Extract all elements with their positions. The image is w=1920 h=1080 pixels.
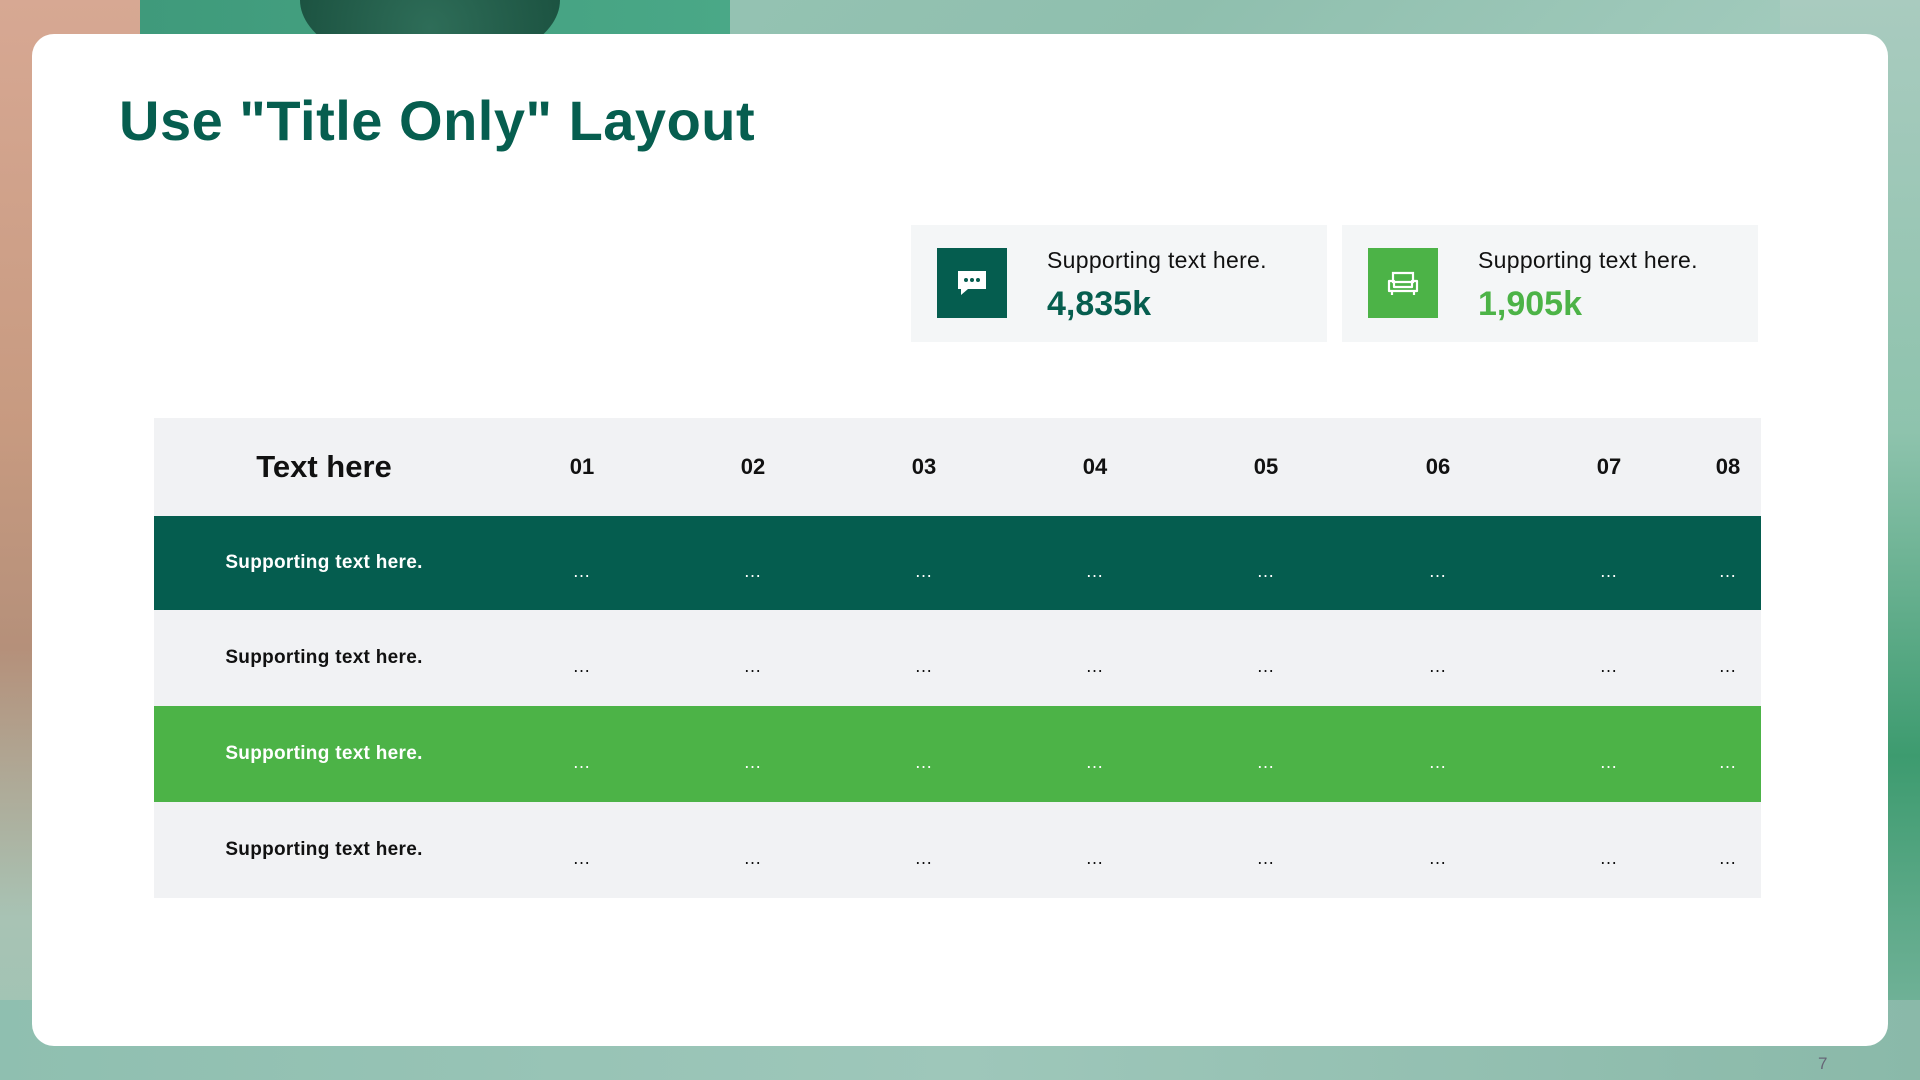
- stat-label: Supporting text here.: [1047, 247, 1267, 273]
- table-cell: …: [1085, 655, 1105, 676]
- table-cell: …: [1599, 751, 1619, 772]
- table-cell: …: [1256, 560, 1276, 581]
- table-cell: …: [743, 751, 763, 772]
- table-cell: …: [914, 655, 934, 676]
- column-header-06: 06: [1425, 454, 1451, 479]
- table-cell: …: [1718, 655, 1738, 676]
- table-cell: …: [1718, 560, 1738, 581]
- table-cell: …: [1599, 560, 1619, 581]
- table-cell: …: [743, 847, 763, 868]
- slide-card: Use "Title Only" Layout Supporting text …: [32, 34, 1888, 1073]
- column-header-04: 04: [1082, 454, 1108, 479]
- column-header-08: 08: [1715, 454, 1741, 479]
- table-cell: …: [1599, 847, 1619, 868]
- table-cell: …: [572, 655, 592, 676]
- table-cell: …: [1428, 655, 1448, 676]
- column-header-03: 03: [911, 454, 937, 479]
- slide-title: Use "Title Only" Layout: [119, 89, 756, 152]
- sofa-icon: [1368, 248, 1438, 318]
- row-label: Supporting text here.: [225, 839, 423, 860]
- chat-bubble-icon: [937, 248, 1007, 318]
- table-row: Supporting text here. … … … … … … … …: [154, 802, 1761, 898]
- table-row: Supporting text here. … … … … … … … …: [154, 610, 1761, 706]
- stat-label: Supporting text here.: [1478, 247, 1698, 273]
- table-cell: …: [1256, 751, 1276, 772]
- stat-card-2: Supporting text here. 1,905k: [1342, 225, 1758, 342]
- row-label: Supporting text here.: [225, 647, 423, 668]
- table-header-label: Text here: [256, 449, 392, 484]
- page-number: 7: [1818, 1054, 1828, 1073]
- column-header-07: 07: [1596, 454, 1622, 479]
- table-row: Supporting text here. … … … … … … … …: [154, 516, 1761, 610]
- table-cell: …: [743, 560, 763, 581]
- table-cell: …: [1428, 751, 1448, 772]
- table-cell: …: [743, 655, 763, 676]
- table-cell: …: [1718, 751, 1738, 772]
- column-header-05: 05: [1253, 454, 1279, 479]
- table-cell: …: [1428, 560, 1448, 581]
- table-cell: …: [1599, 655, 1619, 676]
- column-header-01: 01: [569, 454, 595, 479]
- table-cell: …: [1085, 560, 1105, 581]
- data-table: Text here 01 02 03 04 05 06 07 08 Suppor…: [154, 418, 1761, 898]
- table-row: Supporting text here. … … … … … … … …: [154, 706, 1761, 802]
- table-cell: …: [1256, 655, 1276, 676]
- stat-card-1: Supporting text here. 4,835k: [911, 225, 1327, 342]
- table-cell: …: [1085, 847, 1105, 868]
- table-cell: …: [572, 751, 592, 772]
- table-cell: …: [1428, 847, 1448, 868]
- column-header-02: 02: [740, 454, 766, 479]
- table-cell: …: [572, 847, 592, 868]
- stat-value: 1,905k: [1478, 285, 1582, 323]
- table-cell: …: [1085, 751, 1105, 772]
- table-cell: …: [914, 560, 934, 581]
- table-header-row: Text here 01 02 03 04 05 06 07 08: [154, 418, 1761, 516]
- table-cell: …: [914, 751, 934, 772]
- table-cell: …: [1256, 847, 1276, 868]
- row-label: Supporting text here.: [225, 743, 423, 764]
- table-cell: …: [1718, 847, 1738, 868]
- row-label: Supporting text here.: [225, 552, 423, 573]
- table-cell: …: [914, 847, 934, 868]
- table-cell: …: [572, 560, 592, 581]
- stat-value: 4,835k: [1047, 285, 1151, 323]
